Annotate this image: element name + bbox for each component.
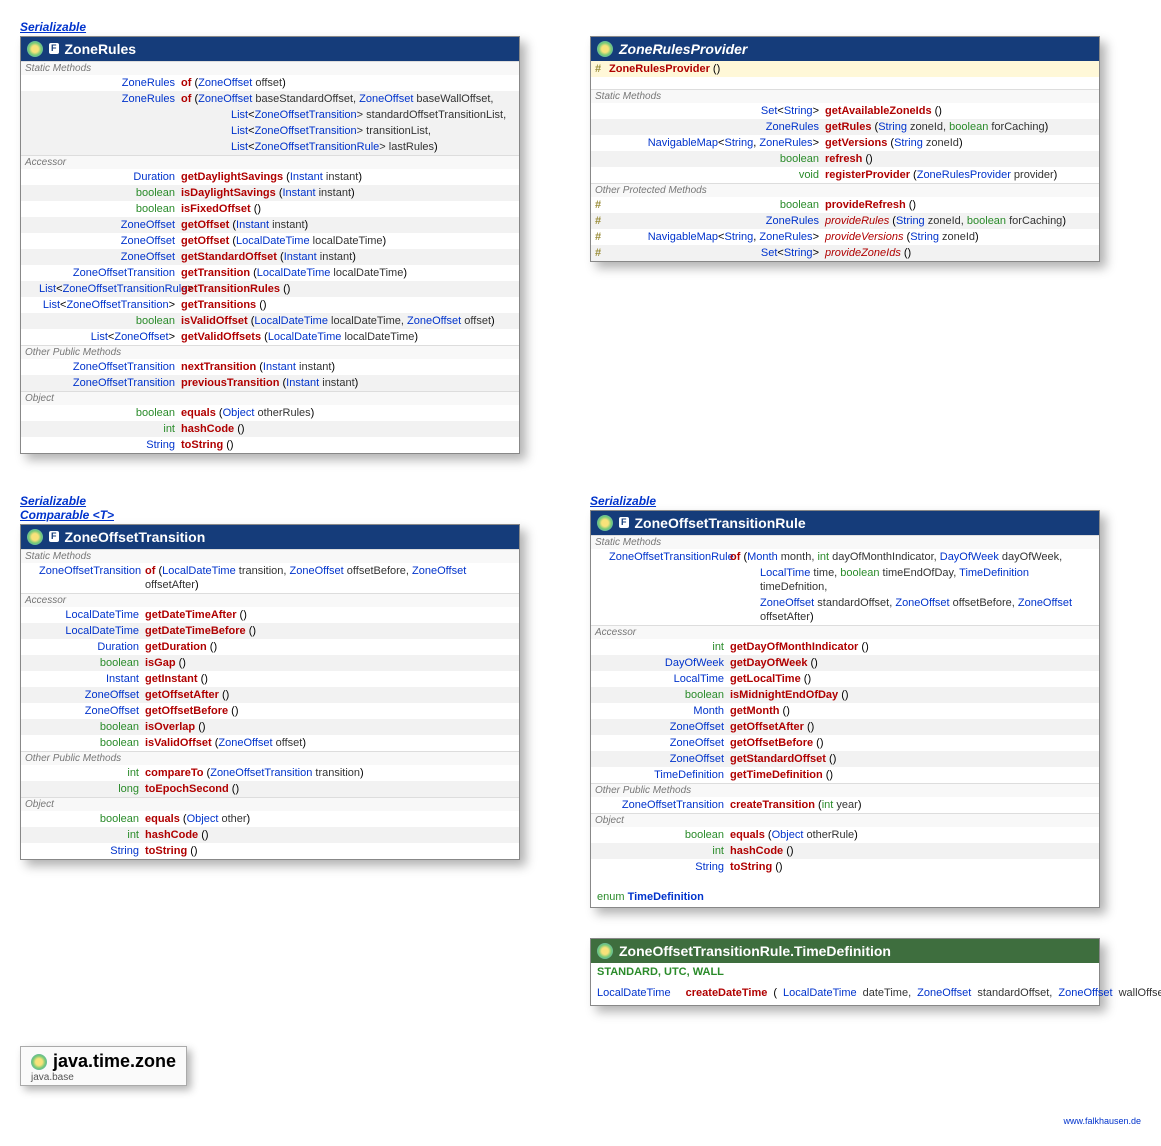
serializable-link[interactable]: Serializable [20, 20, 86, 34]
enum-header: ZoneOffsetTransitionRule.TimeDefinition [591, 939, 1099, 963]
class-title: ZoneRulesProvider [619, 41, 747, 57]
section-other: Other Public Methods [21, 345, 519, 359]
zone-offset-transition-class: F ZoneOffsetTransition Static Methods Zo… [20, 524, 520, 860]
serializable-link[interactable]: Serializable [20, 494, 86, 508]
zone-offset-transition-cell: Serializable Comparable <T> F ZoneOffset… [20, 494, 520, 1006]
class-header: F ZoneRules [21, 37, 519, 61]
time-definition-enum: ZoneOffsetTransitionRule.TimeDefinition … [590, 938, 1100, 1006]
class-title: ZoneOffsetTransition [65, 529, 206, 545]
final-badge: F [49, 43, 59, 54]
zone-rules-class: F ZoneRules Static Methods ZoneRulesof (… [20, 36, 520, 454]
zone-offset-transition-rule-class: F ZoneOffsetTransitionRule Static Method… [590, 510, 1100, 908]
enum-icon [597, 943, 613, 959]
section-object: Object [21, 391, 519, 405]
section-accessor: Accessor [21, 155, 519, 169]
class-icon [597, 41, 613, 57]
enum-values: STANDARD, UTC, WALL [591, 963, 1099, 981]
class-icon [597, 515, 613, 531]
package-name: java.time.zone [53, 1051, 176, 1072]
zone-rules-cell: Serializable F ZoneRules Static Methods … [20, 20, 520, 454]
package-icon [31, 1054, 47, 1070]
comparable-link[interactable]: Comparable <T> [20, 508, 114, 522]
final-badge: F [49, 531, 59, 542]
class-header: F ZoneOffsetTransition [21, 525, 519, 549]
package-module: java.base [31, 1072, 176, 1083]
class-header: ZoneRulesProvider [591, 37, 1099, 61]
nested-enum: enum TimeDefinition [591, 887, 1099, 907]
class-header: F ZoneOffsetTransitionRule [591, 511, 1099, 535]
class-icon [27, 41, 43, 57]
section-static: Static Methods [591, 89, 1099, 103]
final-badge: F [619, 517, 629, 528]
section-static: Static Methods [21, 61, 519, 75]
zone-rules-provider-class: ZoneRulesProvider #ZoneRulesProvider () … [590, 36, 1100, 262]
enum-title: ZoneOffsetTransitionRule.TimeDefinition [619, 943, 891, 959]
zone-offset-transition-rule-cell: Serializable F ZoneOffsetTransitionRule … [590, 494, 1100, 1006]
class-title: ZoneOffsetTransitionRule [635, 515, 806, 531]
zone-rules-provider-cell: ZoneRulesProvider #ZoneRulesProvider () … [590, 20, 1100, 454]
footer-link[interactable]: www.falkhausen.de [20, 1116, 1141, 1126]
class-title: ZoneRules [65, 41, 137, 57]
section-other-protected: Other Protected Methods [591, 183, 1099, 197]
class-icon [27, 529, 43, 545]
package-box: java.time.zone java.base [20, 1046, 187, 1086]
serializable-link[interactable]: Serializable [590, 494, 656, 508]
